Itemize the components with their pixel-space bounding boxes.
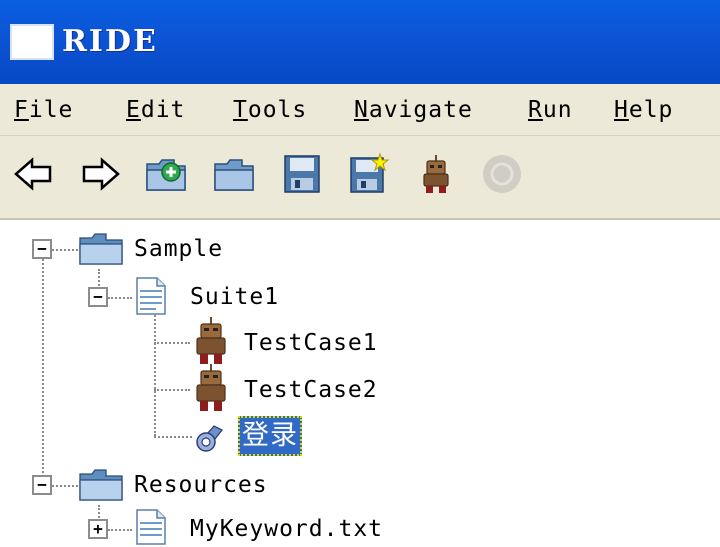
- menu-run[interactable]: Run: [528, 94, 573, 126]
- open-suite-button[interactable]: [144, 152, 188, 196]
- forward-arrow-icon: [82, 157, 120, 191]
- collapse-sample-toggle[interactable]: −: [32, 239, 52, 259]
- menu-navigate[interactable]: Navigate: [354, 94, 473, 126]
- run-button[interactable]: [414, 152, 458, 196]
- toolbar: [0, 136, 720, 220]
- suite-file-icon: [134, 276, 168, 316]
- resources-folder-icon: [78, 468, 124, 502]
- menu-bar: File Edit Tools Navigate Run Help: [0, 84, 720, 136]
- menu-edit[interactable]: Edit: [126, 94, 185, 126]
- menu-file[interactable]: File: [14, 94, 73, 126]
- tree-connector: [52, 485, 78, 487]
- expand-mykeyword-toggle[interactable]: +: [88, 519, 108, 539]
- save-icon: [284, 155, 320, 193]
- tree-connector: [154, 389, 190, 391]
- save-all-button[interactable]: [346, 152, 390, 196]
- open-suite-icon: [146, 159, 186, 191]
- tree-item-resources[interactable]: Resources: [134, 469, 268, 501]
- tree-connector: [154, 342, 190, 344]
- tree-item-sample[interactable]: Sample: [134, 233, 223, 265]
- save-all-icon: [350, 152, 390, 193]
- stop-button[interactable]: [480, 152, 524, 196]
- tree-connector: [42, 259, 44, 485]
- tree-connector: [108, 529, 132, 531]
- tree-item-testcase1[interactable]: TestCase1: [244, 327, 378, 359]
- tree-connector: [52, 249, 78, 251]
- testcase-robot-icon: [190, 316, 232, 366]
- collapse-resources-toggle[interactable]: −: [32, 475, 52, 495]
- collapse-suite1-toggle[interactable]: −: [88, 287, 108, 307]
- open-directory-icon: [214, 159, 254, 191]
- sample-folder-icon: [78, 232, 124, 266]
- window-title: RIDE: [62, 24, 158, 59]
- tree-item-suite1[interactable]: Suite1: [190, 281, 279, 313]
- keyword-gear-icon: [192, 420, 228, 454]
- tree-connector: [154, 312, 156, 436]
- window-icon: [10, 24, 54, 60]
- menu-help[interactable]: Help: [614, 94, 673, 126]
- menu-tools[interactable]: Tools: [233, 94, 307, 126]
- back-button[interactable]: [12, 152, 56, 196]
- testcase-robot-icon: [190, 363, 232, 413]
- run-robot-icon: [423, 155, 449, 193]
- title-bar[interactable]: RIDE: [0, 0, 720, 84]
- tree-item-testcase2[interactable]: TestCase2: [244, 374, 378, 406]
- test-tree: − Sample − Suite1 TestCase1 TestCase2 登录…: [0, 220, 720, 547]
- tree-connector: [108, 297, 132, 299]
- open-directory-button[interactable]: [212, 152, 256, 196]
- forward-button[interactable]: [78, 152, 122, 196]
- tree-item-keyword[interactable]: 登录: [238, 416, 302, 456]
- save-button[interactable]: [280, 152, 324, 196]
- tree-item-mykeyword[interactable]: MyKeyword.txt: [190, 513, 383, 545]
- stop-circle-icon: [483, 155, 521, 193]
- back-arrow-icon: [14, 157, 52, 191]
- tree-connector: [154, 436, 192, 438]
- resource-file-icon: [134, 508, 168, 546]
